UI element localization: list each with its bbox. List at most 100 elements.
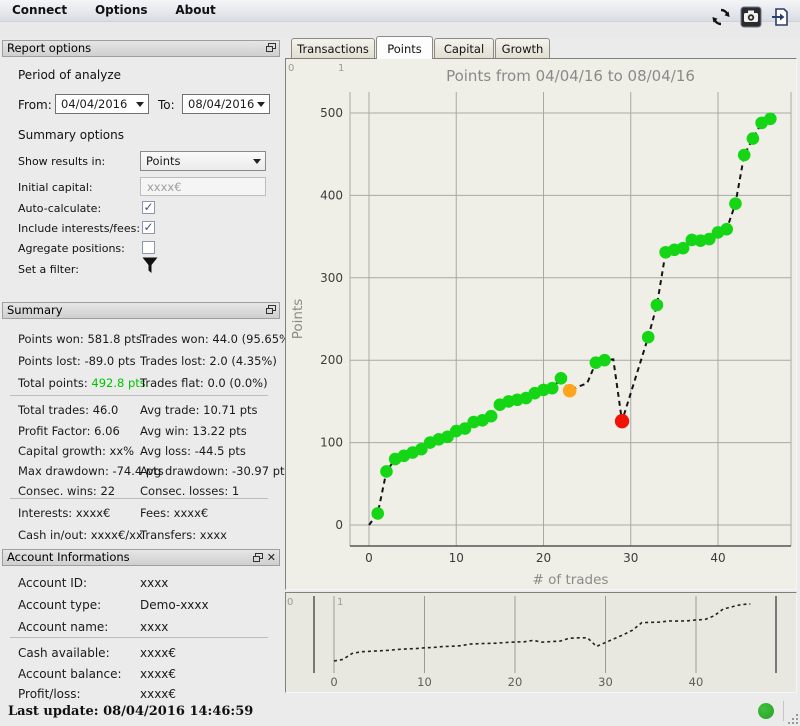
svg-text:40: 40 <box>710 551 725 565</box>
cash-available-label: Cash available: <box>18 646 110 660</box>
svg-text:# of trades: # of trades <box>533 572 609 588</box>
profit-factor: Profit Factor: 6.06 <box>18 424 120 438</box>
avg-win: Avg win: 13.22 pts <box>140 424 247 438</box>
chevron-down-icon <box>136 102 144 107</box>
account-row: Account balance: xxxx€ <box>0 667 278 681</box>
tab-points[interactable]: Points <box>376 36 433 59</box>
account-row: Cash available: xxxx€ <box>0 646 278 660</box>
account-name-label: Account name: <box>18 620 108 634</box>
agregate-positions-checkbox[interactable] <box>142 241 155 254</box>
interests: Interests: xxxx€ <box>18 506 110 520</box>
svg-text:30: 30 <box>623 551 638 565</box>
report-options-header: Report options <box>2 40 280 57</box>
svg-text:0: 0 <box>330 675 337 689</box>
points-lost: Points lost: -89.0 pts <box>18 354 136 368</box>
account-id-label: Account ID: <box>18 576 87 590</box>
tab-growth[interactable]: Growth <box>495 38 550 58</box>
chevron-down-icon <box>253 159 261 164</box>
float-panel-icon[interactable] <box>253 553 263 562</box>
cash-available-value: xxxx€ <box>140 646 176 660</box>
resize-grip[interactable] <box>786 712 798 724</box>
account-type-label: Account type: <box>18 598 101 612</box>
from-date-value: 04/04/2016 <box>61 97 127 111</box>
account-informations-header: Account Informations ✕ <box>2 549 280 566</box>
svg-text:400: 400 <box>320 188 343 202</box>
close-icon[interactable]: ✕ <box>267 552 276 563</box>
summary-row: Consec. wins: 22 Consec. losses: 1 <box>0 484 278 498</box>
summary-row: Points won: 581.8 pts Trades won: 44.0 (… <box>0 332 278 346</box>
svg-text:300: 300 <box>320 271 343 285</box>
from-label: From: <box>18 98 52 112</box>
svg-text:40: 40 <box>689 675 704 689</box>
svg-text:0: 0 <box>287 597 293 608</box>
show-results-value: Points <box>146 154 181 168</box>
account-name-value: xxxx <box>140 620 168 634</box>
tab-capital[interactable]: Capital <box>434 38 494 58</box>
points-won: Points won: 581.8 pts <box>18 332 142 346</box>
consec-wins: Consec. wins: 22 <box>18 484 115 498</box>
tab-transactions[interactable]: Transactions <box>291 38 375 58</box>
summary-options-label: Summary options <box>18 128 124 142</box>
svg-text:0: 0 <box>288 63 294 74</box>
filter-funnel-icon[interactable] <box>142 257 158 274</box>
account-row: Account name: xxxx <box>0 620 278 634</box>
auto-calculate-checkbox[interactable]: ✓ <box>142 201 155 214</box>
menu-options[interactable]: Options <box>83 0 160 17</box>
menu-connect[interactable]: Connect <box>0 0 79 17</box>
trades-lost: Trades lost: 2.0 (4.35%) <box>140 354 277 368</box>
account-balance-value: xxxx€ <box>140 667 176 681</box>
export-icon[interactable] <box>770 6 792 28</box>
avg-drawdown: Avg drawdown: -30.97 pts <box>140 464 291 478</box>
svg-text:10: 10 <box>449 551 464 565</box>
svg-text:20: 20 <box>508 675 523 689</box>
account-balance-label: Account balance: <box>18 667 122 681</box>
initial-capital-input[interactable]: xxxx€ <box>140 177 266 196</box>
svg-text:0: 0 <box>335 518 343 532</box>
profit-loss-label: Profit/loss: <box>18 687 81 701</box>
period-of-analyze-label: Period of analyze <box>18 68 121 82</box>
account-informations-title: Account Informations <box>7 550 130 564</box>
divider <box>10 498 268 499</box>
fees: Fees: xxxx€ <box>140 506 208 520</box>
summary-row: Profit Factor: 6.06 Avg win: 13.22 pts <box>0 424 278 438</box>
refresh-icon[interactable] <box>710 6 732 28</box>
divider <box>10 395 268 396</box>
svg-text:500: 500 <box>320 106 343 120</box>
svg-text:Points from 04/04/16 to 08/04/: Points from 04/04/16 to 08/04/16 <box>446 67 695 85</box>
float-panel-icon[interactable] <box>266 43 276 52</box>
consec-losses: Consec. losses: 1 <box>140 484 239 498</box>
svg-text:Points: Points <box>290 299 306 340</box>
profit-loss-value: xxxx€ <box>140 687 176 701</box>
avg-trade: Avg trade: 10.71 pts <box>140 403 258 417</box>
svg-text:30: 30 <box>598 675 613 689</box>
connection-status-icon <box>758 703 774 719</box>
agregate-positions-label: Agregate positions: <box>18 242 125 255</box>
from-date-select[interactable]: 04/04/2016 <box>55 94 149 114</box>
account-id-value: xxxx <box>140 576 168 590</box>
show-results-label: Show results in: <box>18 155 105 168</box>
svg-text:100: 100 <box>320 436 343 450</box>
screenshot-icon[interactable] <box>740 6 762 28</box>
auto-calculate-label: Auto-calculate: <box>18 202 101 215</box>
chart-navigator[interactable]: 01020304001 <box>285 592 797 693</box>
account-type-value: Demo-xxxx <box>140 598 209 612</box>
avg-loss: Avg loss: -44.5 pts <box>140 444 246 458</box>
show-results-select[interactable]: Points <box>140 151 266 171</box>
to-date-value: 08/04/2016 <box>188 97 254 111</box>
summary-row: Cash in/out: xxxx€/xx Transfers: xxxx <box>0 528 278 542</box>
float-panel-icon[interactable] <box>266 305 276 314</box>
svg-text:20: 20 <box>536 551 551 565</box>
svg-text:0: 0 <box>365 551 373 565</box>
to-date-select[interactable]: 08/04/2016 <box>182 94 270 114</box>
include-interests-checkbox[interactable]: ✓ <box>142 221 155 234</box>
account-row: Profit/loss: xxxx€ <box>0 687 278 701</box>
trades-won: Trades won: 44.0 (95.65%) <box>140 332 294 346</box>
toolbar-icons <box>710 6 792 28</box>
summary-row: Interests: xxxx€ Fees: xxxx€ <box>0 506 278 520</box>
report-options-title: Report options <box>7 41 91 55</box>
menu-about[interactable]: About <box>163 0 227 17</box>
chevron-down-icon <box>257 102 265 107</box>
initial-capital-label: Initial capital: <box>18 181 93 194</box>
divider <box>10 637 268 638</box>
total-trades: Total trades: 46.0 <box>18 403 118 417</box>
